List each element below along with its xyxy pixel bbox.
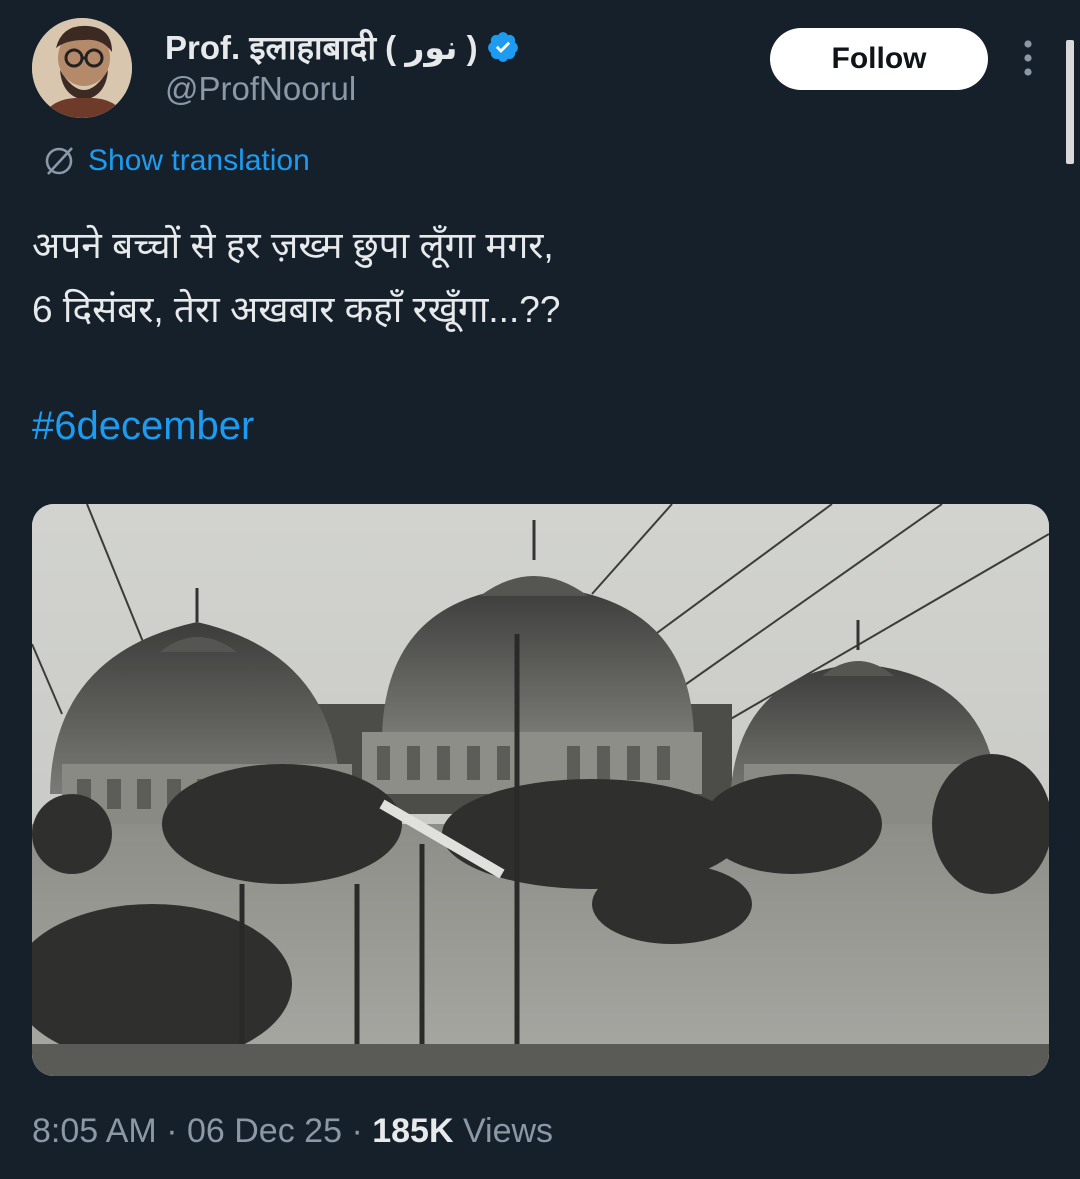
meta-separator: · <box>351 1112 363 1150</box>
tweet-photo[interactable] <box>32 504 1049 1076</box>
author-display-name[interactable]: Prof. इलाहाबादी ( نور ) <box>165 24 520 69</box>
views-label: Views <box>462 1112 554 1150</box>
avatar-image <box>32 18 132 118</box>
avatar[interactable] <box>32 18 132 118</box>
globe-slash-icon <box>45 147 73 175</box>
hashtag-link[interactable]: #6december <box>32 404 254 449</box>
tweet-line: 6 दिसंबर, तेरा अखबार कहाँ रखूँगा...?? <box>32 289 561 330</box>
views-count: 185K <box>372 1112 454 1150</box>
tweet-text: अपने बच्चों से हर ज़ख्म छुपा लूँगा मगर, … <box>32 214 1032 342</box>
author-handle[interactable]: @ProfNoorul <box>165 70 356 108</box>
mosque-photo-image <box>32 504 1049 1076</box>
tweet-line: अपने बच्चों से हर ज़ख्म छुपा लूँगा मगर, <box>32 225 554 266</box>
show-translation-label: Show translation <box>88 144 310 177</box>
tweet-date[interactable]: 06 Dec 25 <box>187 1112 342 1150</box>
follow-button[interactable]: Follow <box>770 28 988 90</box>
tweet-time[interactable]: 8:05 AM <box>32 1112 157 1150</box>
show-translation-link[interactable]: Show translation <box>42 144 310 178</box>
more-vertical-icon[interactable] <box>1018 38 1038 78</box>
meta-separator: · <box>166 1112 178 1150</box>
tweet-meta: 8:05 AM · 06 Dec 25 · 185K Views <box>32 1112 553 1151</box>
author-name-text: Prof. इलाहाबादी ( نور ) <box>165 29 478 66</box>
verified-badge-icon <box>487 31 518 62</box>
scrollbar[interactable] <box>1066 40 1074 164</box>
